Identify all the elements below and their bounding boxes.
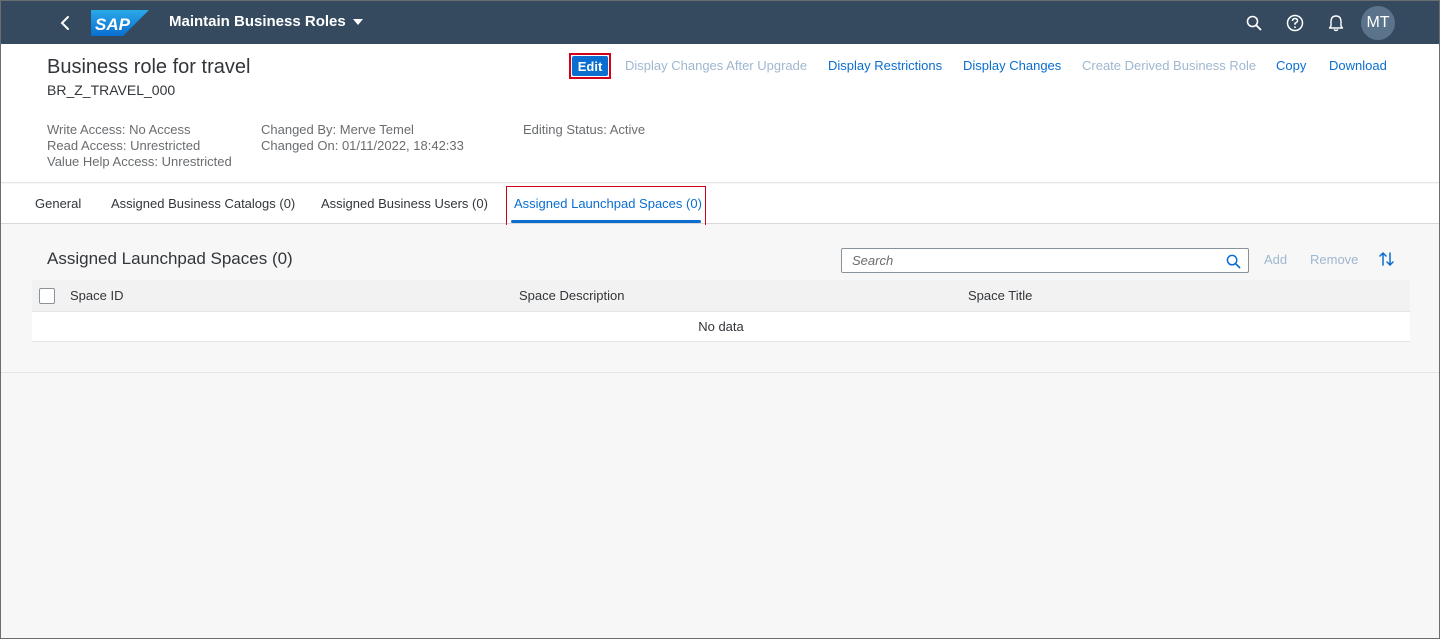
search-icon	[1246, 15, 1262, 31]
search-button[interactable]	[1238, 7, 1270, 39]
table-header: Space ID Space Description Space Title	[32, 280, 1410, 312]
add-button[interactable]: Add	[1264, 252, 1287, 267]
chevron-left-icon	[60, 16, 69, 30]
sort-icon	[1379, 251, 1394, 267]
spaces-table: Space ID Space Description Space Title N…	[32, 280, 1410, 342]
search-submit-button[interactable]	[1224, 252, 1242, 270]
column-space-id[interactable]: Space ID	[70, 280, 123, 312]
search-input[interactable]	[842, 249, 1212, 272]
app-title: Maintain Business Roles	[169, 13, 346, 30]
display-changes-after-upgrade-button[interactable]: Display Changes After Upgrade	[625, 53, 807, 79]
help-button[interactable]	[1279, 7, 1311, 39]
column-space-description[interactable]: Space Description	[519, 280, 625, 312]
no-data-row: No data	[32, 312, 1410, 342]
search-icon	[1226, 254, 1240, 268]
remove-button[interactable]: Remove	[1310, 252, 1358, 267]
select-all-checkbox[interactable]	[39, 288, 55, 304]
display-changes-button[interactable]: Display Changes	[963, 53, 1061, 79]
notifications-button[interactable]	[1320, 7, 1352, 39]
avatar-initials: MT	[1366, 14, 1390, 31]
page-title: Business role for travel	[47, 56, 251, 78]
read-access: Read Access: Unrestricted	[47, 138, 201, 153]
caret-down-icon	[352, 18, 363, 25]
display-restrictions-button[interactable]: Display Restrictions	[828, 53, 942, 79]
object-header: Business role for travel BR_Z_TRAVEL_000…	[1, 44, 1439, 183]
editing-status: Editing Status: Active	[523, 122, 646, 137]
changed-on: Changed On: 01/11/2022, 18:42:33	[261, 138, 464, 153]
tab-launchpad-spaces[interactable]: Assigned Launchpad Spaces (0)	[514, 184, 702, 224]
column-space-title[interactable]: Space Title	[968, 280, 1032, 312]
tab-bar: General Assigned Business Catalogs (0) A…	[1, 184, 1439, 229]
change-attributes: Changed By: Merve Temel Changed On: 01/1…	[261, 122, 464, 154]
tab-general[interactable]: General	[35, 184, 81, 224]
selected-tab-indicator	[511, 220, 701, 223]
sap-logo[interactable]: SAP	[91, 10, 149, 36]
search-field[interactable]	[841, 248, 1249, 273]
bell-icon	[1328, 15, 1344, 32]
access-attributes: Write Access: No Access Read Access: Unr…	[47, 122, 232, 170]
section-title: Assigned Launchpad Spaces (0)	[47, 249, 293, 268]
tab-business-catalogs[interactable]: Assigned Business Catalogs (0)	[111, 184, 295, 224]
create-derived-role-button[interactable]: Create Derived Business Role	[1082, 53, 1256, 79]
role-id: BR_Z_TRAVEL_000	[47, 82, 176, 98]
edit-button[interactable]: Edit	[572, 56, 608, 76]
copy-button[interactable]: Copy	[1276, 53, 1306, 79]
changed-by: Changed By: Merve Temel	[261, 122, 414, 137]
download-button[interactable]: Download	[1329, 53, 1387, 79]
back-button[interactable]	[49, 7, 81, 39]
edit-button-highlight[interactable]: Edit	[569, 53, 611, 79]
sort-button[interactable]	[1377, 249, 1397, 269]
launchpad-spaces-section: Assigned Launchpad Spaces (0) Add Remove…	[1, 225, 1439, 373]
svg-text:SAP: SAP	[95, 15, 131, 34]
shell-bar: SAP Maintain Business Roles MT	[1, 1, 1439, 44]
app-title-menu[interactable]: Maintain Business Roles	[169, 13, 363, 30]
user-avatar[interactable]: MT	[1361, 6, 1395, 40]
help-icon	[1286, 14, 1304, 32]
write-access: Write Access: No Access	[47, 122, 191, 137]
value-help-access: Value Help Access: Unrestricted	[47, 154, 232, 169]
tab-business-users[interactable]: Assigned Business Users (0)	[321, 184, 488, 224]
